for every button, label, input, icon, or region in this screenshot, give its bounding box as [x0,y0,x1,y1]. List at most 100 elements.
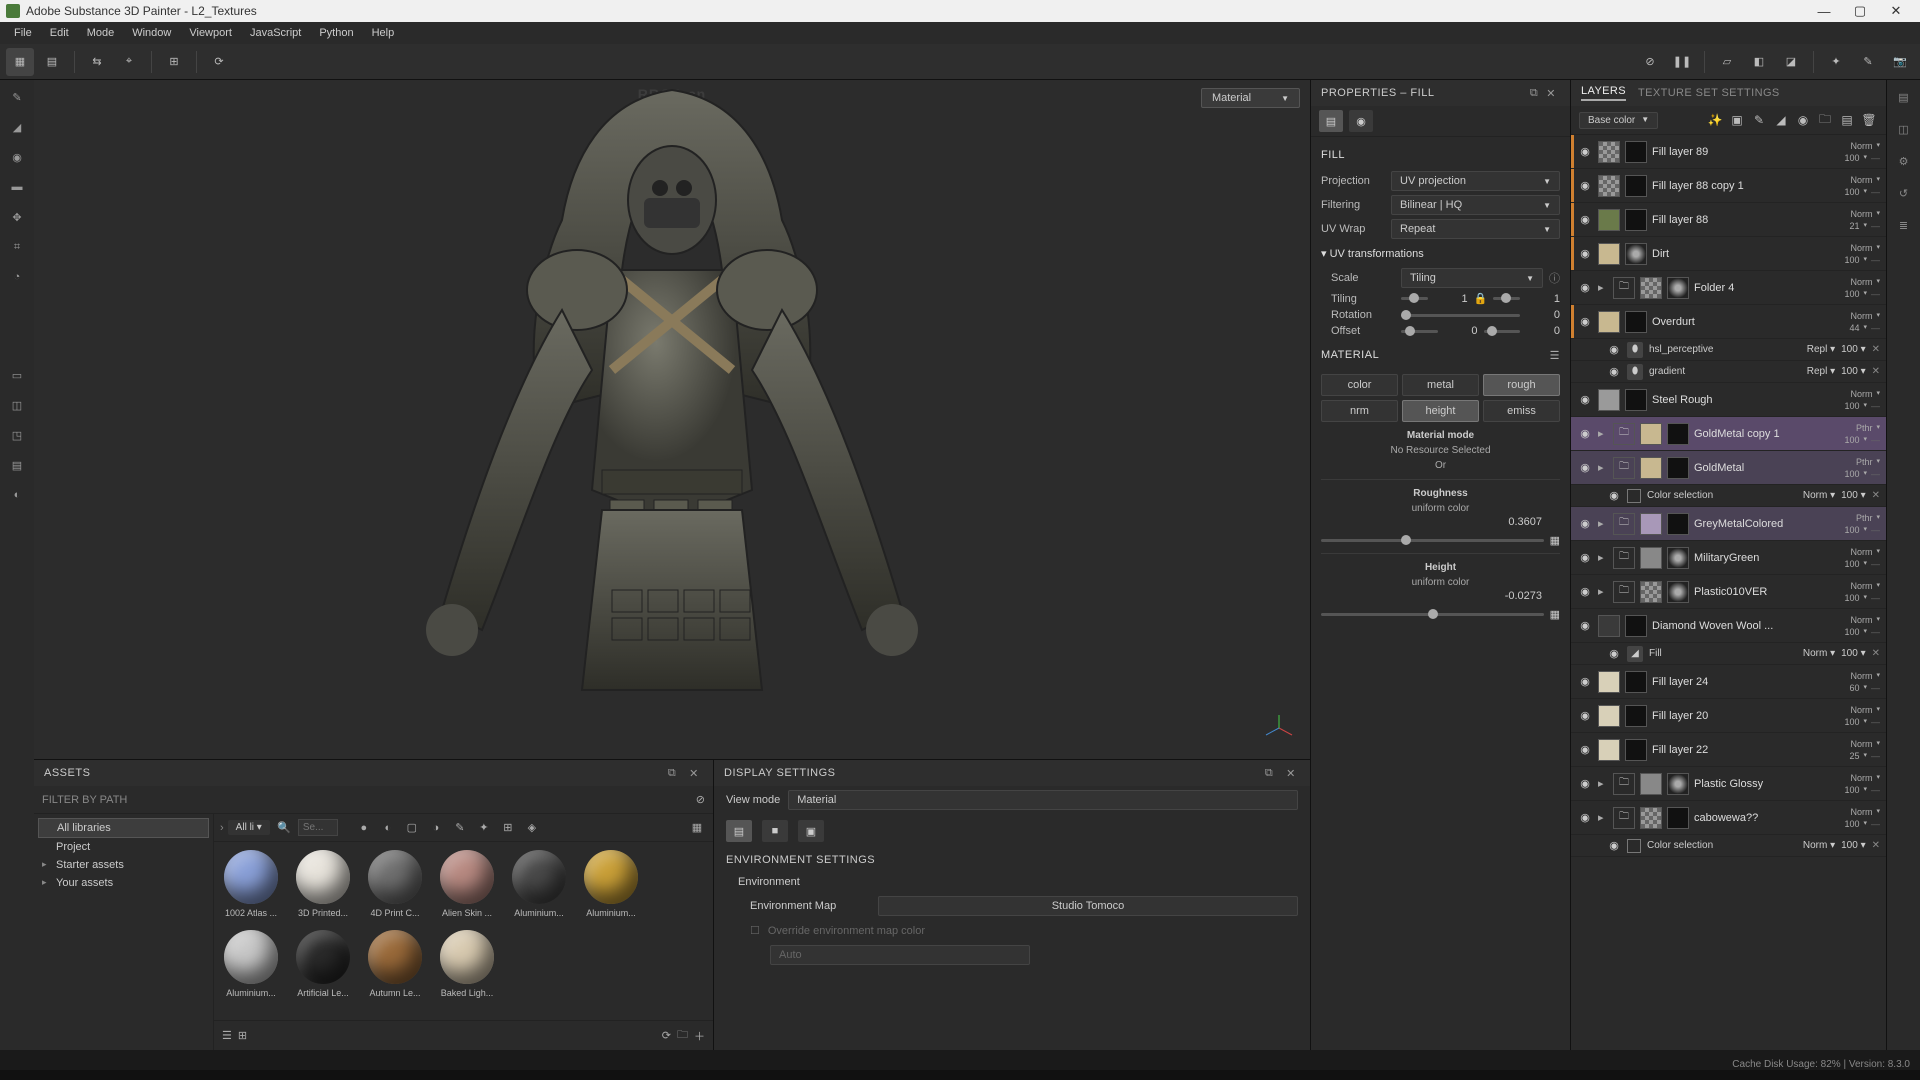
layer-thumb[interactable] [1598,705,1620,727]
layer-meta[interactable]: Norm▾100▾— [1830,546,1880,570]
layer-thumb[interactable] [1598,209,1620,231]
eraser-tool-icon[interactable]: ◢ [6,116,28,138]
layer-mask[interactable] [1625,175,1647,197]
layer-tool-icon[interactable]: ▤ [6,454,28,476]
layer-mask[interactable] [1667,513,1689,535]
asset-item[interactable]: 3D Printed... [294,850,352,918]
visibility-icon[interactable]: ◉ [1607,647,1621,660]
layer-mask[interactable] [1625,141,1647,163]
layer-meta[interactable]: Norm▾100▾— [1830,174,1880,198]
layer-thumb[interactable] [1598,389,1620,411]
asset-item[interactable]: 4D Print C... [366,850,424,918]
assets-filter-toggle-icon[interactable]: ⊘ [696,793,705,806]
visibility-icon[interactable]: ◉ [1577,315,1593,328]
layer-row[interactable]: ◉OverdurtNorm▾44▾— [1571,305,1886,339]
properties-close-icon[interactable]: ✕ [1542,87,1560,100]
assets-tree-item[interactable]: Project [34,838,213,856]
asset-item[interactable]: Aluminium... [582,850,640,918]
camera-mode-button[interactable]: ◪ [1777,48,1805,76]
visibility-icon[interactable]: ◉ [1607,489,1621,502]
layer-row[interactable]: ◉ Diamond Woven Wool ... Norm▾100▾— [1571,609,1886,643]
layer-mask[interactable] [1625,311,1647,333]
assets-close-icon[interactable]: ✕ [685,764,703,782]
layer-meta[interactable]: Norm▾100▾— [1830,580,1880,604]
material-menu-icon[interactable]: ☰ [1550,349,1560,362]
layer-row[interactable]: ◉Fill layer 24Norm▾60▾— [1571,665,1886,699]
dock-layers-icon[interactable]: ◫ [1893,118,1915,140]
delete-layer-icon[interactable]: 🗑 [1860,111,1878,129]
layer-meta[interactable]: Norm▾100▾— [1830,614,1880,638]
envmap-dropdown[interactable]: Studio Tomoco [878,896,1298,916]
layer-row[interactable]: ◉▸🗀Plastic010VERNorm▾100▾— [1571,575,1886,609]
layer-mask[interactable] [1625,389,1647,411]
layer-row[interactable]: ◉▸🗀GreyMetalColoredPthr▾100▾— [1571,507,1886,541]
matmode-value[interactable]: No Resource Selected [1321,443,1560,458]
filter-alpha-icon[interactable]: ◑ [426,818,446,838]
grid-view-icon[interactable]: ▦ [687,818,707,838]
assets-tree-item[interactable]: ▸Your assets [34,874,213,892]
folder-caret-icon[interactable]: ▸ [1598,777,1608,790]
layer-thumb[interactable] [1598,311,1620,333]
layer-name[interactable]: Plastic Glossy [1694,778,1825,790]
asset-item[interactable]: Baked Ligh... [438,930,496,998]
visibility-icon[interactable]: ◉ [1577,619,1593,632]
layer-name[interactable]: Steel Rough [1652,394,1825,406]
menu-python[interactable]: Python [311,25,361,41]
layer-thumb[interactable] [1640,807,1662,829]
layer-mask[interactable] [1667,423,1689,445]
layer-thumb[interactable] [1598,175,1620,197]
visibility-icon[interactable]: ◉ [1577,743,1593,756]
uv-trans-header[interactable]: ▾ UV transformations [1321,243,1560,264]
viewport-3d[interactable]: RRCG.cn [34,80,1310,760]
clone-tool-icon[interactable]: ⌗ [6,236,28,258]
layer-meta[interactable]: Norm▾100▾— [1830,140,1880,164]
display-close-icon[interactable]: ✕ [1282,764,1300,782]
asset-item[interactable]: 1002 Atlas ... [222,850,280,918]
layer-row[interactable]: ◉▸🗀Folder 4Norm▾100▾— [1571,271,1886,305]
offset-slider-y[interactable] [1484,330,1521,333]
folder-caret-icon[interactable]: ▸ [1598,427,1608,440]
uv-fill-icon[interactable]: ◳ [6,424,28,446]
mesh-fill-icon[interactable]: ◫ [6,394,28,416]
projection-tool-icon[interactable]: ◉ [6,146,28,168]
axis-gizmo[interactable] [1264,713,1294,743]
minimize-button[interactable]: — [1806,0,1842,22]
layer-row[interactable]: ◉Steel RoughNorm▾100▾— [1571,383,1886,417]
layer-row[interactable]: ◉▸🗀GoldMetalPthr▾100▾— [1571,451,1886,485]
layer-effect-row[interactable]: ◉Color selectionNorm ▾100 ▾✕ [1571,835,1886,857]
viewport-mode-dropdown[interactable]: Material▼ [1201,88,1300,108]
layer-mask[interactable] [1667,581,1689,603]
visibility-icon[interactable]: ◉ [1607,365,1621,378]
dock-history-icon[interactable]: ↺ [1893,182,1915,204]
dock-texture-set-icon[interactable]: ▤ [1893,86,1915,108]
layer-effect-row[interactable]: ◉⬮hsl_perceptiveRepl ▾100 ▾✕ [1571,339,1886,361]
filter-smart-icon[interactable]: ◐ [378,818,398,838]
override-checkbox[interactable]: ☐ [750,924,760,937]
menu-viewport[interactable]: Viewport [181,25,240,41]
channel-nrm[interactable]: nrm [1321,400,1398,422]
layer-row[interactable]: ◉▸🗀Plastic GlossyNorm▾100▾— [1571,767,1886,801]
layer-name[interactable]: GreyMetalColored [1694,518,1825,530]
folder-caret-icon[interactable]: ▸ [1598,585,1608,598]
uvwrap-dropdown[interactable]: Repeat▼ [1391,219,1560,239]
assets-foot-list-icon[interactable]: ☰ [222,1029,232,1042]
refresh-button[interactable]: ⟳ [205,48,233,76]
add-folder-icon[interactable]: 🗀 [1816,111,1834,129]
layer-meta[interactable]: Norm▾100▾— [1830,704,1880,728]
layer-row[interactable]: ◉Fill layer 20Norm▾100▾— [1571,699,1886,733]
asset-item[interactable]: Alien Skin ... [438,850,496,918]
visibility-icon[interactable]: ◉ [1577,427,1593,440]
layer-meta[interactable]: Norm▾21▾— [1830,208,1880,232]
layer-name[interactable]: Diamond Woven Wool ... [1652,620,1825,632]
add-layer-icon[interactable]: ▤ [1838,111,1856,129]
layer-name[interactable]: Fill layer 88 copy 1 [1652,180,1825,192]
tiling-slider-y[interactable] [1493,297,1520,300]
dock-properties-icon[interactable]: ⚙ [1893,150,1915,172]
layer-name[interactable]: Fill layer 22 [1652,744,1825,756]
visibility-icon[interactable]: ◉ [1577,585,1593,598]
add-smart-icon[interactable]: ◉ [1794,111,1812,129]
layer-name[interactable]: cabowewa?? [1694,812,1825,824]
visibility-icon[interactable]: ◉ [1577,517,1593,530]
height-slider[interactable] [1321,613,1544,616]
folder-caret-icon[interactable]: ▸ [1598,811,1608,824]
